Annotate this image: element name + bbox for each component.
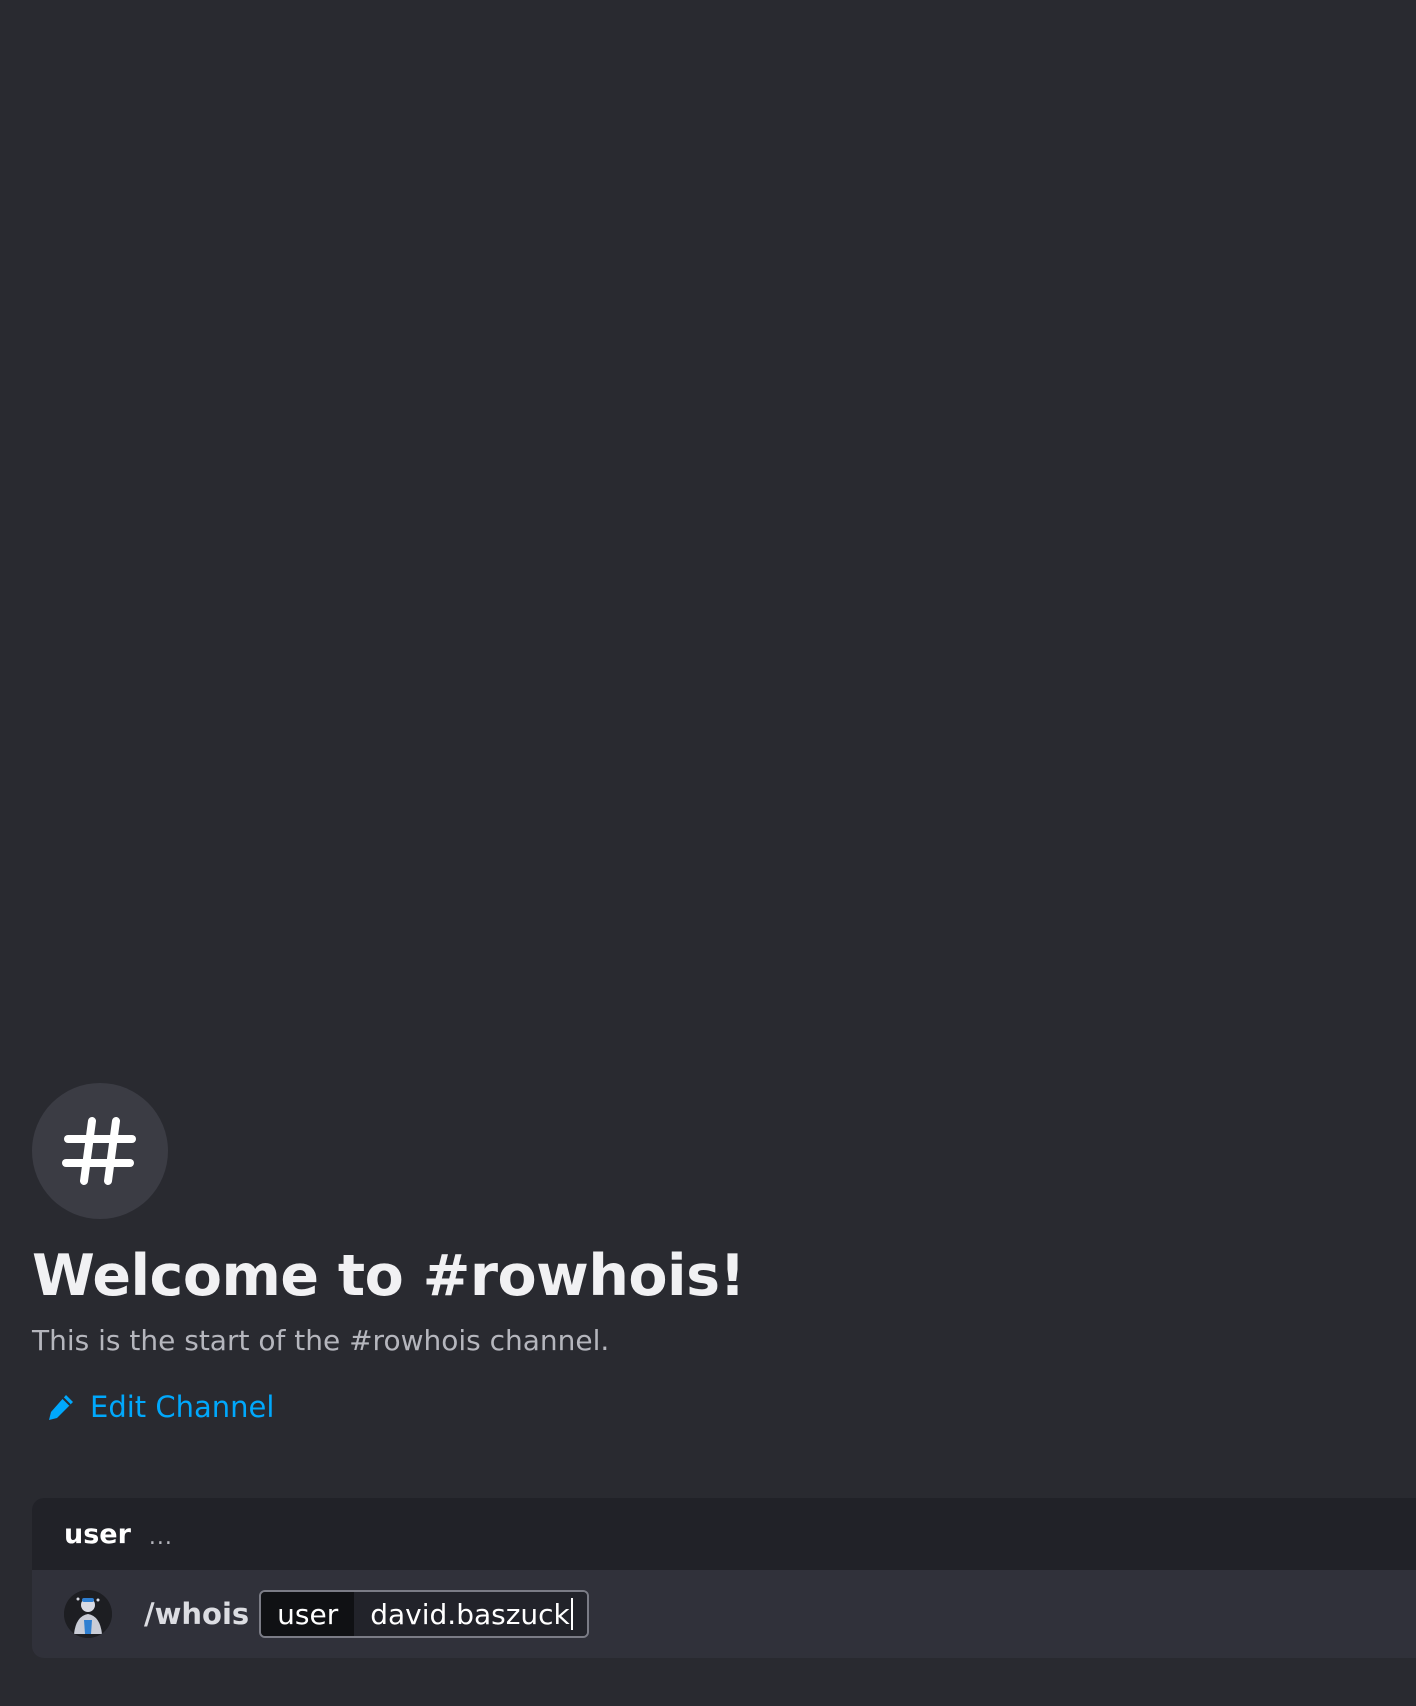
- option-key: user: [261, 1592, 355, 1636]
- welcome-subtitle: This is the start of the #rowhois channe…: [32, 1324, 610, 1357]
- edit-channel-label: Edit Channel: [90, 1390, 275, 1424]
- option-hint-label: user: [64, 1518, 131, 1550]
- option-value-input[interactable]: david.baszuck: [354, 1592, 587, 1636]
- pencil-icon: [49, 1395, 73, 1420]
- option-hint-description: ...: [148, 1524, 173, 1550]
- command-option-pill[interactable]: user david.baszuck: [259, 1590, 589, 1638]
- text-caret: [570, 1598, 573, 1630]
- avatar-image: [64, 1590, 112, 1638]
- option-value-text: david.baszuck: [370, 1597, 570, 1631]
- channel-icon-badge: [32, 1083, 168, 1219]
- edit-channel-button[interactable]: Edit Channel: [46, 1389, 745, 1425]
- command-input-row[interactable]: /whois user david.baszuck: [32, 1570, 1416, 1658]
- message-composer: user ... /whois user david.baszuck: [32, 1498, 1416, 1658]
- slash-command-name: /whois: [144, 1597, 250, 1631]
- command-option-hint: user ...: [32, 1498, 1416, 1570]
- welcome-title: Welcome to #rowhois!: [32, 1243, 746, 1309]
- bot-avatar: [64, 1590, 112, 1638]
- channel-welcome: Welcome to #rowhois! This is the start o…: [32, 1083, 746, 1425]
- hash-icon: [62, 1117, 136, 1185]
- chat-main: Welcome to #rowhois! This is the start o…: [0, 0, 1416, 1706]
